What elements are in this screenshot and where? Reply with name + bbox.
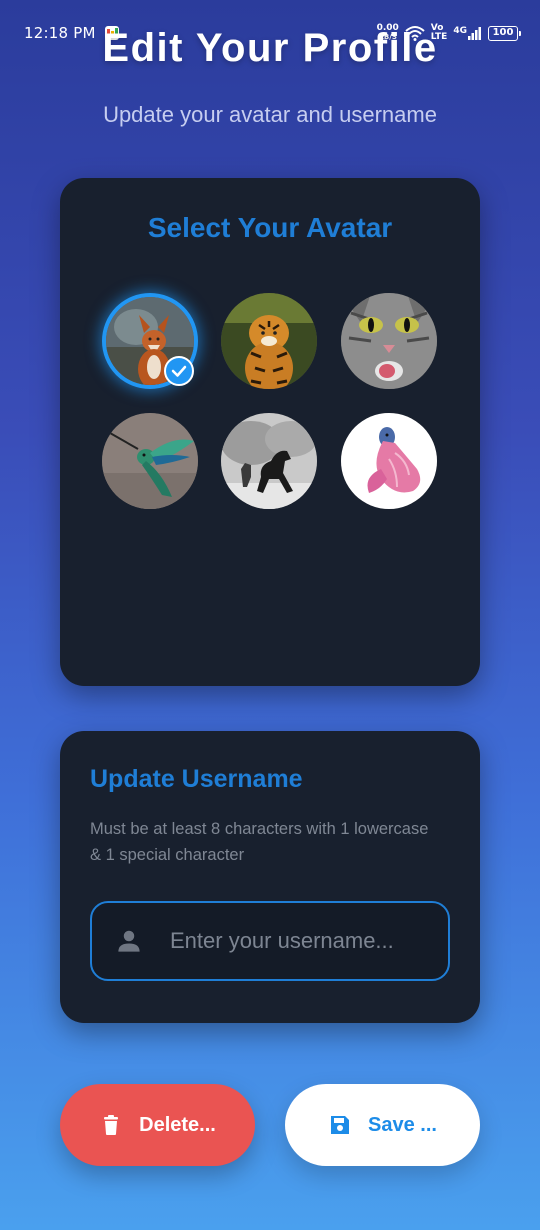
check-icon [171,365,187,377]
trash-icon [104,1115,119,1135]
cat-avatar-icon [341,293,437,389]
username-input[interactable] [170,928,430,954]
page-title: Edit Your Profile [102,26,438,70]
username-card: Update Username Must be at least 8 chara… [60,731,480,1023]
horse-avatar-icon [221,413,317,509]
hummingbird-avatar-icon [102,413,198,509]
avatar-hummingbird[interactable] [102,413,198,509]
avatar-card: Select Your Avatar [60,178,480,686]
person-icon [118,930,140,952]
avatar-horse[interactable] [221,413,317,509]
delete-button-label: Delete... [139,1113,216,1136]
username-field[interactable] [90,901,450,981]
save-icon [331,1116,350,1134]
page-subtitle: Update your avatar and username [103,102,437,127]
delete-button[interactable]: Delete... [60,1084,255,1166]
selected-check-badge [164,356,194,386]
fish-avatar-icon [341,413,437,509]
tiger-avatar-icon [221,293,317,389]
avatar-tiger[interactable] [221,293,317,389]
save-button[interactable]: Save ... [285,1084,480,1166]
avatar-fish[interactable] [341,413,437,509]
username-hint: Must be at least 8 characters with 1 low… [90,820,429,864]
username-section-title: Update Username [90,765,303,793]
save-button-label: Save ... [368,1113,437,1136]
avatar-section-title: Select Your Avatar [147,212,393,243]
avatar-cat[interactable] [341,293,437,389]
